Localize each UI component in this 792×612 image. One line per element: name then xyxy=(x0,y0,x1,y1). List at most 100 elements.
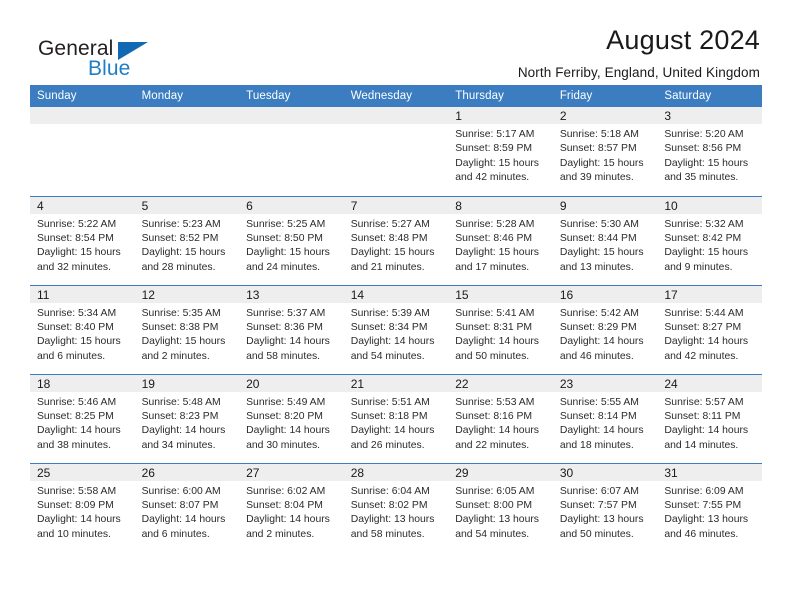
day-number: 8 xyxy=(448,196,553,214)
day-cell[interactable]: 28 Sunrise: 6:04 AM Sunset: 8:02 PM Dayl… xyxy=(343,462,449,552)
sunset-text: Sunset: 8:00 PM xyxy=(455,499,533,511)
daylight-text-line2: and 10 minutes. xyxy=(37,528,111,540)
day-cell-empty xyxy=(343,107,449,196)
sunrise-text: Sunrise: 5:34 AM xyxy=(37,307,117,319)
daylight-text-line2: and 54 minutes. xyxy=(455,528,530,540)
day-number: 18 xyxy=(30,374,135,392)
daylight-text-line1: Daylight: 13 hours xyxy=(350,514,435,526)
sunrise-text: Sunrise: 5:32 AM xyxy=(664,218,744,230)
sunrise-text: Sunrise: 5:27 AM xyxy=(350,218,430,230)
day-cell[interactable]: 17 Sunrise: 5:44 AM Sunset: 8:27 PM Dayl… xyxy=(657,284,762,374)
sunrise-text: Sunrise: 5:44 AM xyxy=(664,307,744,319)
day-details: Sunrise: 6:04 AM Sunset: 8:02 PM Dayligh… xyxy=(344,481,449,543)
day-details: Sunrise: 6:02 AM Sunset: 8:04 PM Dayligh… xyxy=(239,481,344,543)
day-cell[interactable]: 4 Sunrise: 5:22 AM Sunset: 8:54 PM Dayli… xyxy=(30,195,135,285)
day-cell[interactable]: 15 Sunrise: 5:41 AM Sunset: 8:31 PM Dayl… xyxy=(448,284,553,374)
day-number xyxy=(343,107,449,124)
sunset-text: Sunset: 8:14 PM xyxy=(559,410,637,422)
day-cell[interactable]: 10 Sunrise: 5:32 AM Sunset: 8:42 PM Dayl… xyxy=(657,195,762,285)
day-cell[interactable]: 11 Sunrise: 5:34 AM Sunset: 8:40 PM Dayl… xyxy=(30,284,135,374)
sunrise-text: Sunrise: 6:07 AM xyxy=(559,485,639,497)
day-cell[interactable]: 26 Sunrise: 6:00 AM Sunset: 8:07 PM Dayl… xyxy=(134,462,240,552)
daylight-text-line1: Daylight: 15 hours xyxy=(246,247,330,259)
daylight-text-line2: and 6 minutes. xyxy=(141,528,210,540)
calendar-week-row: 18 Sunrise: 5:46 AM Sunset: 8:25 PM Dayl… xyxy=(30,373,762,463)
daylight-text-line1: Daylight: 15 hours xyxy=(559,247,644,259)
daylight-text-line1: Daylight: 15 hours xyxy=(37,247,121,259)
day-cell[interactable]: 23 Sunrise: 5:55 AM Sunset: 8:14 PM Dayl… xyxy=(552,373,658,463)
day-cell[interactable]: 29 Sunrise: 6:05 AM Sunset: 8:00 PM Dayl… xyxy=(448,462,553,552)
day-cell[interactable]: 30 Sunrise: 6:07 AM Sunset: 7:57 PM Dayl… xyxy=(552,462,658,552)
day-cell[interactable]: 14 Sunrise: 5:39 AM Sunset: 8:34 PM Dayl… xyxy=(343,284,449,374)
daylight-text-line2: and 14 minutes. xyxy=(664,439,739,451)
day-cell[interactable]: 13 Sunrise: 5:37 AM Sunset: 8:36 PM Dayl… xyxy=(239,284,344,374)
day-cell[interactable]: 20 Sunrise: 5:49 AM Sunset: 8:20 PM Dayl… xyxy=(239,373,344,463)
day-details: Sunrise: 5:35 AM Sunset: 8:38 PM Dayligh… xyxy=(135,303,240,365)
day-cell[interactable]: 18 Sunrise: 5:46 AM Sunset: 8:25 PM Dayl… xyxy=(30,373,135,463)
day-details: Sunrise: 5:49 AM Sunset: 8:20 PM Dayligh… xyxy=(239,392,344,454)
day-cell[interactable]: 8 Sunrise: 5:28 AM Sunset: 8:46 PM Dayli… xyxy=(448,195,553,285)
sunrise-text: Sunrise: 6:04 AM xyxy=(350,485,430,497)
day-number: 29 xyxy=(448,463,553,481)
weekday-header-wednesday: Wednesday xyxy=(343,85,449,107)
sunrise-text: Sunrise: 6:02 AM xyxy=(246,485,326,497)
sunset-text: Sunset: 7:57 PM xyxy=(559,499,637,511)
day-details: Sunrise: 5:42 AM Sunset: 8:29 PM Dayligh… xyxy=(553,303,658,365)
day-number: 17 xyxy=(657,285,762,303)
calendar-week-row: 4 Sunrise: 5:22 AM Sunset: 8:54 PM Dayli… xyxy=(30,195,762,285)
daylight-text-line1: Daylight: 15 hours xyxy=(455,157,539,169)
day-cell[interactable]: 6 Sunrise: 5:25 AM Sunset: 8:50 PM Dayli… xyxy=(239,195,344,285)
weekday-header-friday: Friday xyxy=(552,85,658,107)
day-number xyxy=(134,107,240,124)
sunset-text: Sunset: 8:27 PM xyxy=(664,321,742,333)
daylight-text-line1: Daylight: 15 hours xyxy=(141,247,226,259)
sunrise-text: Sunrise: 5:18 AM xyxy=(559,129,639,140)
sunrise-text: Sunrise: 5:42 AM xyxy=(559,307,639,319)
day-number: 19 xyxy=(134,374,240,392)
daylight-text-line1: Daylight: 13 hours xyxy=(455,514,539,526)
sunset-text: Sunset: 8:50 PM xyxy=(246,232,323,244)
day-cell[interactable]: 2 Sunrise: 5:18 AM Sunset: 8:57 PM Dayli… xyxy=(552,107,658,196)
daylight-text-line1: Daylight: 14 hours xyxy=(559,336,644,348)
daylight-text-line1: Daylight: 14 hours xyxy=(455,336,539,348)
day-cell[interactable]: 19 Sunrise: 5:48 AM Sunset: 8:23 PM Dayl… xyxy=(134,373,240,463)
day-cell[interactable]: 5 Sunrise: 5:23 AM Sunset: 8:52 PM Dayli… xyxy=(134,195,240,285)
day-cell[interactable]: 31 Sunrise: 6:09 AM Sunset: 7:55 PM Dayl… xyxy=(657,462,762,552)
day-cell[interactable]: 12 Sunrise: 5:35 AM Sunset: 8:38 PM Dayl… xyxy=(134,284,240,374)
sunrise-text: Sunrise: 5:17 AM xyxy=(455,129,535,140)
day-cell[interactable]: 9 Sunrise: 5:30 AM Sunset: 8:44 PM Dayli… xyxy=(552,195,658,285)
day-cell[interactable]: 27 Sunrise: 6:02 AM Sunset: 8:04 PM Dayl… xyxy=(239,462,344,552)
weekday-header-saturday: Saturday xyxy=(657,85,762,107)
daylight-text-line1: Daylight: 14 hours xyxy=(664,336,749,348)
day-details: Sunrise: 5:23 AM Sunset: 8:52 PM Dayligh… xyxy=(135,214,240,276)
day-cell[interactable]: 25 Sunrise: 5:58 AM Sunset: 8:09 PM Dayl… xyxy=(30,462,135,552)
day-number: 5 xyxy=(134,196,240,214)
day-cell[interactable]: 7 Sunrise: 5:27 AM Sunset: 8:48 PM Dayli… xyxy=(343,195,449,285)
daylight-text-line2: and 35 minutes. xyxy=(664,172,739,184)
day-number: 27 xyxy=(239,463,344,481)
day-number: 1 xyxy=(448,107,553,124)
day-number: 11 xyxy=(30,285,135,303)
day-cell[interactable]: 24 Sunrise: 5:57 AM Sunset: 8:11 PM Dayl… xyxy=(657,373,762,463)
day-cell[interactable]: 3 Sunrise: 5:20 AM Sunset: 8:56 PM Dayli… xyxy=(657,107,762,196)
day-cell[interactable]: 16 Sunrise: 5:42 AM Sunset: 8:29 PM Dayl… xyxy=(552,284,658,374)
calendar-table: Sunday Monday Tuesday Wednesday Thursday… xyxy=(30,85,762,552)
daylight-text-line2: and 58 minutes. xyxy=(350,528,425,540)
day-cell-empty xyxy=(134,107,240,196)
daylight-text-line2: and 2 minutes. xyxy=(141,350,210,362)
day-cell[interactable]: 22 Sunrise: 5:53 AM Sunset: 8:16 PM Dayl… xyxy=(448,373,553,463)
sunset-text: Sunset: 8:18 PM xyxy=(350,410,428,422)
sunset-text: Sunset: 8:11 PM xyxy=(664,410,741,422)
sunrise-text: Sunrise: 5:57 AM xyxy=(664,396,744,408)
daylight-text-line2: and 2 minutes. xyxy=(246,528,315,540)
day-details: Sunrise: 5:48 AM Sunset: 8:23 PM Dayligh… xyxy=(135,392,240,454)
day-details: Sunrise: 5:22 AM Sunset: 8:54 PM Dayligh… xyxy=(30,214,135,276)
weekday-header-tuesday: Tuesday xyxy=(239,85,344,107)
sunset-text: Sunset: 8:54 PM xyxy=(37,232,114,244)
brand-logo: General Blue xyxy=(30,26,150,79)
sunset-text: Sunset: 8:56 PM xyxy=(664,143,742,155)
day-cell[interactable]: 21 Sunrise: 5:51 AM Sunset: 8:18 PM Dayl… xyxy=(343,373,449,463)
daylight-text-line1: Daylight: 14 hours xyxy=(455,425,539,437)
sunrise-text: Sunrise: 5:53 AM xyxy=(455,396,535,408)
day-cell[interactable]: 1 Sunrise: 5:17 AM Sunset: 8:59 PM Dayli… xyxy=(448,107,553,196)
